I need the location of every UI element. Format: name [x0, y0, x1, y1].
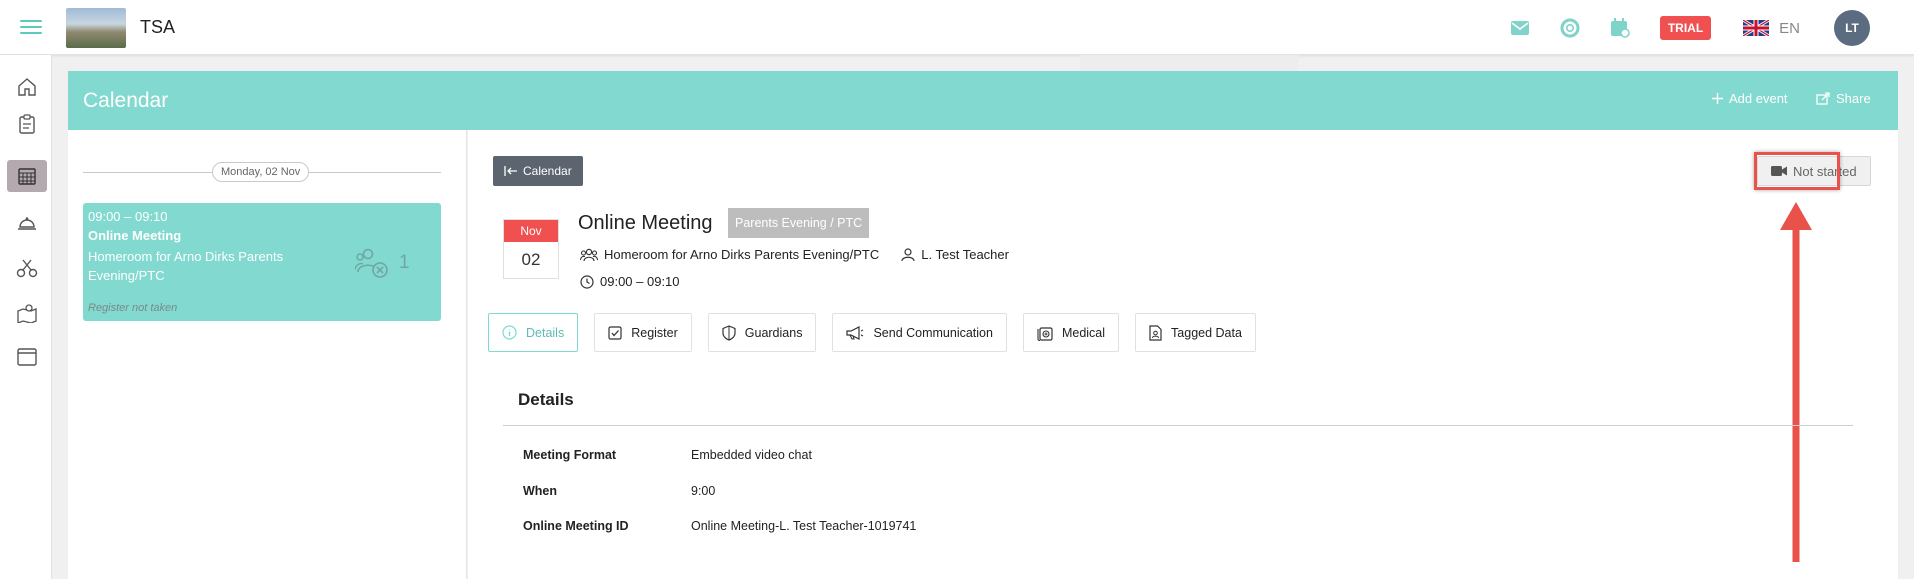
- event-date-badge: Nov 02: [503, 219, 559, 279]
- share-button[interactable]: Share: [1816, 91, 1871, 106]
- plus-icon: [1712, 93, 1723, 104]
- tab-details[interactable]: Details: [488, 313, 579, 352]
- event-card-register-status: Register not taken: [88, 302, 178, 314]
- language-selector[interactable]: EN: [1743, 20, 1800, 37]
- page-title: Calendar: [83, 89, 169, 112]
- checkbox-icon: [608, 325, 622, 340]
- tab-guardians[interactable]: Guardians: [707, 313, 817, 352]
- event-tabs: Details Register Guardians Send Communic…: [488, 313, 1272, 352]
- attendee-count-value: 1: [399, 252, 410, 273]
- event-meta-row: Homeroom for Arno Dirks Parents Evening/…: [580, 247, 1009, 262]
- tab-tagged-data[interactable]: Tagged Data: [1135, 313, 1256, 352]
- tab-details-label: Details: [526, 325, 565, 340]
- tab-medical-label: Medical: [1061, 325, 1106, 340]
- map-pin-icon[interactable]: [7, 297, 47, 329]
- event-teacher: L. Test Teacher: [921, 247, 1009, 262]
- tab-send-communication[interactable]: Send Communication: [832, 313, 1007, 352]
- mail-icon[interactable]: [1508, 16, 1532, 40]
- date-label: Monday, 02 Nov: [212, 162, 310, 182]
- room-service-bell-icon[interactable]: [7, 207, 47, 239]
- back-to-calendar-button[interactable]: Calendar: [493, 156, 583, 186]
- details-divider: [503, 425, 1853, 426]
- detail-key: Online Meeting ID: [523, 519, 629, 533]
- detail-key: Meeting Format: [523, 448, 617, 462]
- calendar-nav-icon[interactable]: [7, 160, 47, 192]
- info-icon: [502, 325, 517, 340]
- tab-send-communication-label: Send Communication: [873, 325, 993, 340]
- detail-value: Embedded video chat: [691, 448, 812, 462]
- top-bar: TSA TRIAL EN LT: [0, 0, 1914, 55]
- user-avatar[interactable]: LT: [1834, 10, 1870, 46]
- annotation-highlight-box: [1754, 152, 1840, 190]
- header-scroll-strip: [1080, 55, 1298, 71]
- left-nav: [0, 55, 52, 579]
- event-card[interactable]: 09:00 – 09:10 Online Meeting Homeroom fo…: [83, 203, 441, 321]
- details-heading: Details: [518, 390, 574, 409]
- users-removed-icon: [355, 248, 388, 278]
- help-lifebuoy-icon[interactable]: [1558, 16, 1582, 40]
- tab-register-label: Register: [631, 325, 678, 340]
- event-group: Homeroom for Arno Dirks Parents Evening/…: [604, 247, 880, 262]
- arrow-left-bar-icon: [504, 166, 517, 176]
- event-title: Online Meeting: [578, 212, 713, 234]
- back-to-calendar-label: Calendar: [523, 164, 572, 178]
- event-time: 09:00 – 09:10: [600, 274, 680, 289]
- scissors-tool-icon[interactable]: [7, 252, 47, 284]
- share-label: Share: [1836, 91, 1871, 106]
- annotation-arrow-icon: [1780, 202, 1812, 562]
- tab-tagged-data-label: Tagged Data: [1171, 325, 1242, 340]
- tagged-file-icon: [1149, 324, 1162, 341]
- browser-window-icon[interactable]: [7, 341, 47, 373]
- event-type-badge: Parents Evening / PTC: [728, 208, 870, 238]
- person-icon: [901, 247, 915, 261]
- event-list-panel: Monday, 02 Nov 09:00 – 09:10 Online Meet…: [68, 130, 467, 579]
- detail-key: When: [523, 484, 558, 498]
- app-name: TSA: [140, 17, 176, 37]
- event-card-group: Homeroom for Arno Dirks Parents Evening/…: [88, 249, 284, 283]
- school-logo[interactable]: [66, 8, 126, 48]
- top-actions: TRIAL EN LT: [1482, 10, 1870, 46]
- event-card-time: 09:00 – 09:10: [88, 209, 168, 224]
- home-icon[interactable]: [7, 71, 47, 103]
- clock-icon: [580, 274, 594, 289]
- tab-guardians-label: Guardians: [744, 325, 803, 340]
- trial-badge: TRIAL: [1659, 16, 1712, 40]
- add-event-button[interactable]: Add event: [1712, 91, 1788, 106]
- detail-value: 9:00: [691, 484, 716, 498]
- megaphone-icon: [846, 325, 864, 340]
- event-time-row: 09:00 – 09:10: [580, 274, 680, 289]
- event-detail-panel: Calendar Not started Nov 02 Online Meeti…: [468, 130, 1898, 579]
- calendar-alert-icon[interactable]: [1608, 16, 1632, 40]
- calendar-header: Calendar Add event Share: [68, 71, 1898, 130]
- attendee-count: 1: [355, 246, 410, 280]
- tab-medical[interactable]: Medical: [1022, 313, 1120, 352]
- clipboard-icon[interactable]: [7, 108, 47, 140]
- shield-icon: [722, 324, 736, 341]
- event-day: 02: [521, 250, 541, 269]
- tab-register[interactable]: Register: [594, 313, 692, 352]
- event-card-title: Online Meeting: [88, 228, 182, 243]
- hamburger-menu-icon[interactable]: [20, 16, 42, 38]
- detail-value: Online Meeting-L. Test Teacher-1019741: [691, 519, 917, 533]
- share-icon: [1816, 92, 1830, 105]
- add-event-label: Add event: [1729, 91, 1788, 106]
- event-month: Nov: [504, 220, 558, 242]
- uk-flag-icon: [1743, 20, 1770, 36]
- language-label: EN: [1779, 19, 1800, 37]
- medical-records-icon: [1037, 326, 1053, 341]
- group-icon: [580, 248, 598, 261]
